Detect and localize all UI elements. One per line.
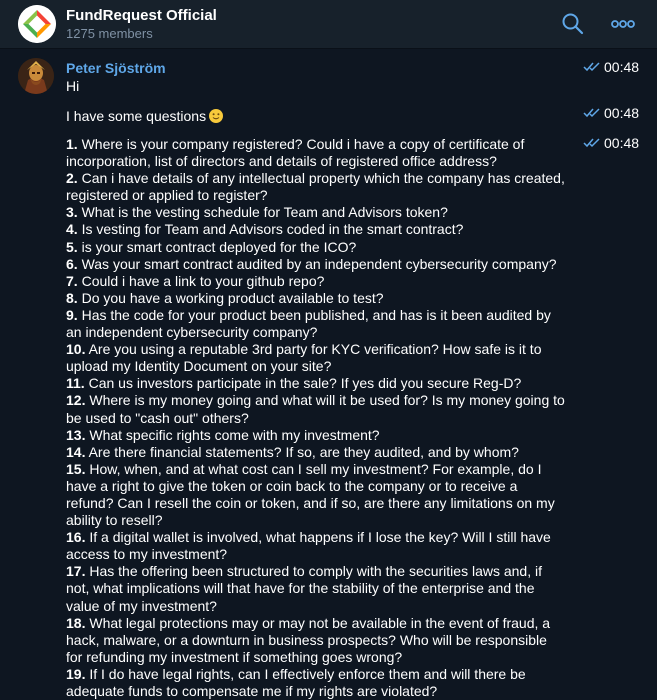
question-text: Are you using a reputable 3rd party for … — [66, 341, 542, 375]
question-item: 7. Could i have a link to your github re… — [66, 273, 566, 290]
question-item: 8. Do you have a working product availab… — [66, 290, 566, 307]
question-text: Could i have a link to your github repo? — [77, 272, 325, 289]
more-button[interactable] — [610, 12, 636, 36]
question-item: 3. What is the vesting schedule for Team… — [66, 204, 566, 221]
question-text: is your smart contract deployed for the … — [77, 238, 357, 255]
question-item: 11. Can us investors participate in the … — [66, 375, 566, 392]
question-number: 9. — [66, 306, 78, 323]
question-item: 13. What specific rights come with my in… — [66, 427, 566, 444]
question-number: 12. — [66, 392, 86, 409]
question-item: 16. If a digital wallet is involved, wha… — [66, 529, 566, 563]
message-greeting: Hi — [66, 78, 80, 94]
warrior-avatar-icon — [18, 58, 54, 94]
question-number: 7. — [66, 272, 78, 289]
question-number: 4. — [66, 221, 78, 238]
question-number: 16. — [66, 529, 86, 546]
question-number: 8. — [66, 289, 78, 306]
question-item: 6. Was your smart contract audited by an… — [66, 256, 566, 273]
question-text: Can us investors participate in the sale… — [84, 375, 522, 392]
message-intro-text: I have some questions — [66, 108, 207, 124]
question-number: 3. — [66, 204, 78, 221]
question-item: 1. Where is your company registered? Cou… — [66, 136, 566, 170]
sender-name[interactable]: Peter Sjöström — [66, 60, 166, 76]
question-text: What legal protections may or may not be… — [66, 614, 551, 665]
sender-avatar[interactable] — [18, 58, 54, 94]
question-text: Are there financial statements? If so, a… — [85, 443, 519, 460]
fundrequest-logo-icon — [18, 5, 56, 43]
message-meta: 00:48 — [583, 135, 653, 151]
message-intro: I have some questions — [66, 108, 224, 124]
member-count[interactable]: 1275 members — [66, 26, 153, 41]
question-text: Do you have a working product available … — [77, 289, 384, 306]
question-item: 12. Where is my money going and what wil… — [66, 392, 566, 426]
smiley-emoji-icon — [209, 109, 224, 123]
question-number: 10. — [66, 341, 86, 358]
question-item: 10. Are you using a reputable 3rd party … — [66, 341, 566, 375]
question-text: Where is my money going and what will it… — [66, 392, 565, 426]
question-number: 15. — [66, 460, 86, 477]
question-number: 19. — [66, 665, 86, 682]
chat-header: FundRequest Official 1275 members — [0, 0, 657, 49]
question-text: Can i have details of any intellectual p… — [66, 170, 565, 204]
question-number: 17. — [66, 563, 86, 580]
question-item: 9. Has the code for your product been pu… — [66, 307, 566, 341]
question-text: What is the vesting schedule for Team an… — [77, 204, 448, 221]
double-check-icon — [583, 108, 600, 118]
question-text: If I do have legal rights, can I effecti… — [66, 665, 526, 699]
question-text: Is vesting for Team and Advisors coded i… — [77, 221, 464, 238]
question-text: Was your smart contract audited by an in… — [77, 255, 557, 272]
question-item: 15. How, when, and at what cost can I se… — [66, 461, 566, 529]
question-number: 14. — [66, 443, 86, 460]
question-number: 1. — [66, 136, 78, 152]
question-item: 4. Is vesting for Team and Advisors code… — [66, 221, 566, 238]
question-item: 18. What legal protections may or may no… — [66, 615, 566, 666]
message-time: 00:48 — [604, 135, 640, 151]
more-icon — [611, 20, 635, 28]
question-number: 11. — [66, 375, 85, 392]
question-number: 6. — [66, 255, 78, 272]
question-number: 13. — [66, 426, 86, 443]
question-text: What specific rights come with my invest… — [85, 426, 380, 443]
message-time: 00:48 — [604, 59, 640, 75]
question-number: 2. — [66, 170, 78, 187]
double-check-icon — [583, 62, 600, 72]
group-avatar[interactable] — [18, 5, 56, 43]
question-text: How, when, and at what cost can I sell m… — [66, 460, 555, 529]
double-check-icon — [583, 138, 600, 148]
message-meta: 00:48 — [583, 105, 653, 121]
group-title[interactable]: FundRequest Official — [66, 7, 217, 24]
question-text: Has the code for your product been publi… — [66, 306, 551, 341]
message-meta: 00:48 — [583, 59, 653, 75]
search-button[interactable] — [560, 11, 586, 37]
question-item: 17. Has the offering been structured to … — [66, 563, 566, 614]
message-time: 00:48 — [604, 105, 640, 121]
question-number: 5. — [66, 238, 78, 255]
question-item: 19. If I do have legal rights, can I eff… — [66, 666, 566, 700]
question-text: Has the offering been structured to comp… — [66, 563, 542, 614]
search-icon — [562, 13, 584, 35]
question-text: Where is your company registered? Could … — [66, 136, 525, 170]
questions-message: 1. Where is your company registered? Cou… — [66, 136, 566, 700]
question-item: 14. Are there financial statements? If s… — [66, 444, 566, 461]
question-number: 18. — [66, 614, 86, 631]
question-text: If a digital wallet is involved, what ha… — [66, 529, 551, 563]
question-item: 2. Can i have details of any intellectua… — [66, 170, 566, 204]
question-item: 5. is your smart contract deployed for t… — [66, 239, 566, 256]
